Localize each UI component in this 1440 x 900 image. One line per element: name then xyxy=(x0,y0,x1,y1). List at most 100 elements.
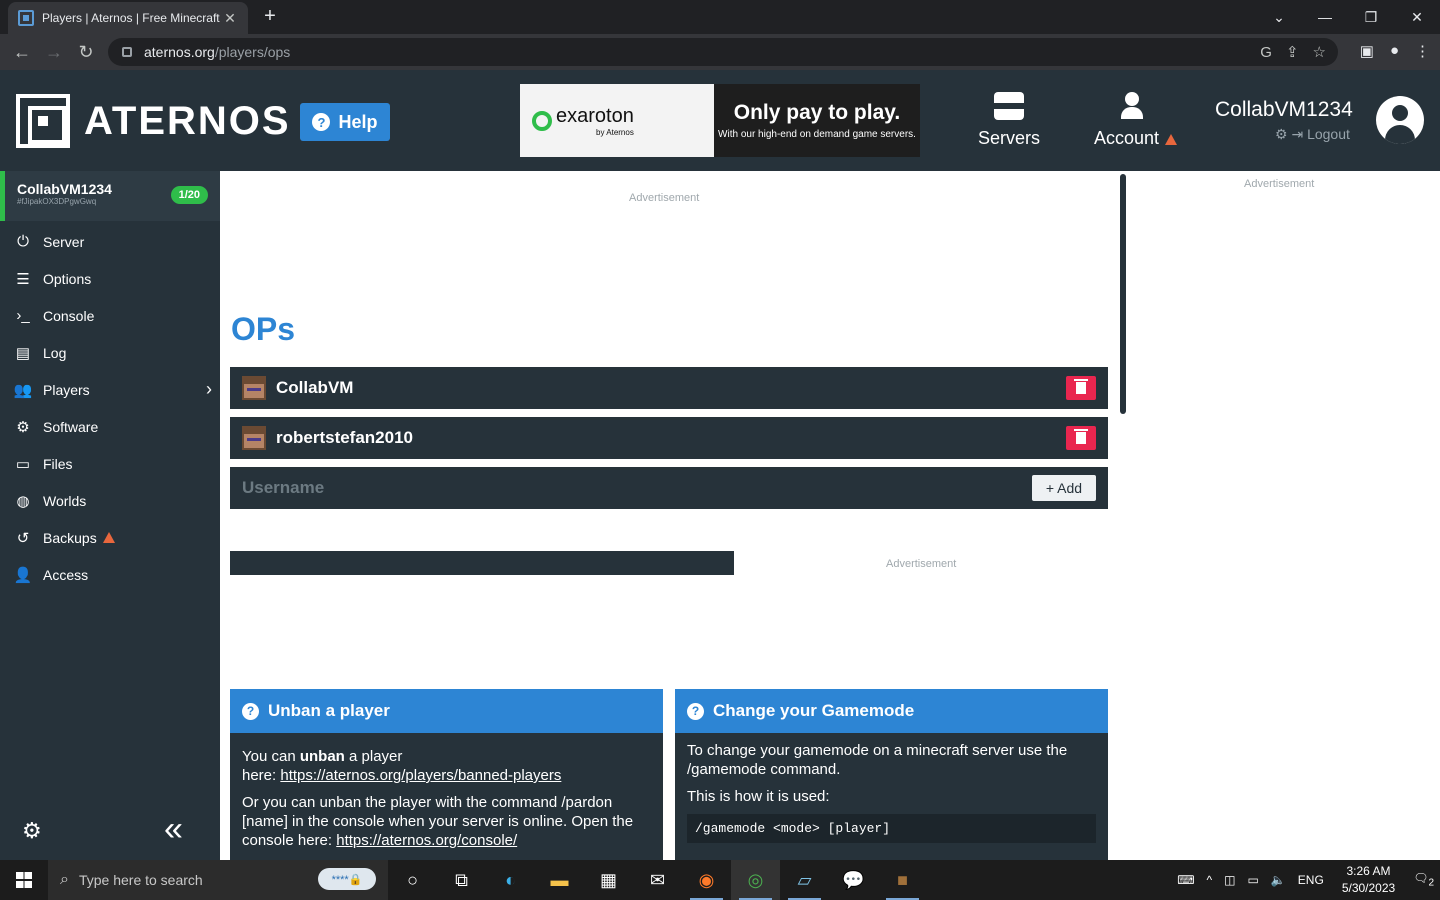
close-tab-icon[interactable]: ✕ xyxy=(222,10,238,27)
user-avatar[interactable] xyxy=(1376,96,1424,144)
card-title: Unban a player xyxy=(268,701,390,720)
chevron-right-icon: › xyxy=(206,379,212,399)
minecraft-icon[interactable]: ■ xyxy=(878,860,927,900)
store-icon[interactable]: ▦ xyxy=(584,860,633,900)
forward-button[interactable]: → xyxy=(42,40,66,64)
tab-title: Players | Aternos | Free Minecraft xyxy=(42,11,220,25)
account-nav[interactable]: Account xyxy=(1094,92,1178,149)
sidebar-item-files[interactable]: ▭ Files xyxy=(0,445,220,482)
password-lock-icon: ****🔒 xyxy=(318,868,376,890)
logo-text: ATERNOS xyxy=(84,98,291,143)
tab-search-icon[interactable]: ⌄ xyxy=(1256,0,1302,34)
task-view-icon[interactable]: ⧉ xyxy=(437,860,486,900)
unban-card: ? Unban a player You can unban a player h… xyxy=(230,689,663,860)
banned-players-link[interactable]: https://aternos.org/players/banned-playe… xyxy=(280,767,561,784)
folder-icon: ▭ xyxy=(15,455,31,473)
sidebar-item-options[interactable]: ☰ Options xyxy=(0,260,220,297)
keyboard-icon[interactable]: ⌨ xyxy=(1177,873,1194,887)
cortana-icon[interactable]: ○ xyxy=(388,860,437,900)
system-tray: ⌨ ^ ◫ ▭ 🔈 ENG 3:26 AM 5/30/2023 🗨2 xyxy=(1171,860,1440,900)
user-block: CollabVM1234 ⚙ ⇥ Logout xyxy=(1215,98,1353,143)
advertisement-label: Advertisement xyxy=(629,192,700,204)
question-circle-icon: ? xyxy=(312,113,331,131)
exaroton-logo-icon xyxy=(532,110,552,131)
edge-icon[interactable]: ◐ xyxy=(486,860,535,900)
new-tab-button[interactable]: + xyxy=(258,4,282,28)
volume-muted-icon[interactable]: 🔈 xyxy=(1271,873,1286,887)
sidebar-item-label: Log xyxy=(43,344,67,361)
history-icon: ↺ xyxy=(16,529,30,547)
network-icon[interactable]: ▭ xyxy=(1248,873,1259,887)
notifications-icon[interactable]: 🗨2 xyxy=(1413,871,1434,888)
settings-gear-icon[interactable]: ⚙ xyxy=(1275,126,1288,142)
help-button[interactable]: ? Help xyxy=(300,103,390,141)
google-icon[interactable]: G xyxy=(1260,44,1272,61)
browser-toolbar: ← → ↻ aternos.org/players/ops G ⇪ ☆ ▣ ● … xyxy=(0,34,1440,70)
clock[interactable]: 3:26 AM 5/30/2023 xyxy=(1342,863,1395,897)
side-panel-icon[interactable]: ▣ xyxy=(1360,42,1374,60)
delete-op-button[interactable] xyxy=(1066,376,1096,400)
player-head-icon xyxy=(242,376,266,400)
maximize-button[interactable]: ❐ xyxy=(1348,0,1394,34)
share-icon[interactable]: ⇪ xyxy=(1286,43,1299,61)
notepad-icon[interactable]: ▱ xyxy=(780,860,829,900)
sidebar-item-access[interactable]: 👤 Access xyxy=(0,556,220,593)
firefox-icon[interactable]: ◉ xyxy=(682,860,731,900)
window-close-button[interactable]: ✕ xyxy=(1394,0,1440,34)
card-title: Change your Gamemode xyxy=(713,701,915,720)
bookmark-star-icon[interactable]: ☆ xyxy=(1313,43,1326,61)
sidebar-item-software[interactable]: ⚙ Software xyxy=(0,408,220,445)
chrome-icon[interactable]: ◎ xyxy=(731,860,780,900)
menu-kebab-icon[interactable]: ⋮ xyxy=(1415,42,1430,60)
sidebar-item-label: Options xyxy=(43,270,92,287)
banner-headline: Only pay to play. xyxy=(733,101,901,124)
address-bar[interactable]: aternos.org/players/ops G ⇪ ☆ xyxy=(108,38,1338,66)
servers-nav[interactable]: Servers xyxy=(978,92,1040,149)
console-link[interactable]: https://aternos.org/console/ xyxy=(336,832,517,849)
windows-logo-icon xyxy=(16,872,32,888)
file-explorer-icon[interactable]: ▬ xyxy=(535,860,584,900)
player-head-icon xyxy=(242,426,266,450)
meet-now-icon[interactable]: ◫ xyxy=(1224,873,1235,887)
card-text-bold: unban xyxy=(299,748,345,765)
browser-tab-bar: Players | Aternos | Free Minecraft ✕ + ⌄… xyxy=(0,0,1440,34)
url-path: /players/ops xyxy=(214,44,291,60)
mail-icon[interactable]: ✉ xyxy=(633,860,682,900)
sidebar-item-log[interactable]: ▤ Log xyxy=(0,334,220,371)
delete-op-button[interactable] xyxy=(1066,426,1096,450)
sidebar-item-players[interactable]: 👥 Players › xyxy=(0,371,220,408)
start-button[interactable] xyxy=(0,860,48,900)
reload-button[interactable]: ↻ xyxy=(74,40,98,64)
card-text: here: xyxy=(242,767,281,784)
sidebar-item-server[interactable]: ⏻ Server xyxy=(0,223,220,260)
trash-icon xyxy=(1074,429,1088,444)
collapse-sidebar-icon[interactable]: « xyxy=(164,810,183,849)
language-indicator[interactable]: ENG xyxy=(1298,873,1324,887)
username-input[interactable] xyxy=(230,467,1020,509)
browser-tab[interactable]: Players | Aternos | Free Minecraft ✕ xyxy=(8,2,248,34)
back-button[interactable]: ← xyxy=(10,40,34,64)
command-code: /gamemode <mode> [player] xyxy=(687,814,1096,843)
minimize-button[interactable]: — xyxy=(1302,0,1348,34)
warning-icon xyxy=(1165,133,1178,145)
profile-icon[interactable]: ● xyxy=(1390,42,1399,60)
sidebar-item-backups[interactable]: ↺ Backups xyxy=(0,519,220,556)
exaroton-ad-banner[interactable]: exaroton by Aternos Only pay to play. Wi… xyxy=(520,84,920,157)
add-op-button[interactable]: + Add xyxy=(1032,475,1096,501)
settings-gear-icon[interactable]: ⚙ xyxy=(22,818,42,844)
sidebar-item-label: Backups xyxy=(43,529,97,546)
op-name: robertstefan2010 xyxy=(276,428,414,447)
aternos-logo[interactable]: ATERNOS xyxy=(16,94,291,148)
question-circle-icon: ? xyxy=(242,702,259,720)
sidebar-item-worlds[interactable]: ◍ Worlds xyxy=(0,482,220,519)
sidebar-item-console[interactable]: ›_ Console xyxy=(0,297,220,334)
clock-time: 3:26 AM xyxy=(1346,864,1391,878)
server-header[interactable]: CollabVM1234 #fJipakOX3DPgwGwq 1/20 xyxy=(0,171,220,221)
tray-chevron-up-icon[interactable]: ^ xyxy=(1207,873,1213,887)
site-header: ATERNOS ? Help exaroton by Aternos Only … xyxy=(0,70,1440,171)
globe-icon: ◍ xyxy=(16,492,30,510)
scrollbar-thumb[interactable] xyxy=(1120,174,1126,414)
logout-link[interactable]: ⇥ Logout xyxy=(1291,126,1349,142)
feedback-hub-icon[interactable]: 💬 xyxy=(829,860,878,900)
taskbar-search[interactable]: ⌕ Type here to search ****🔒 xyxy=(48,860,388,900)
